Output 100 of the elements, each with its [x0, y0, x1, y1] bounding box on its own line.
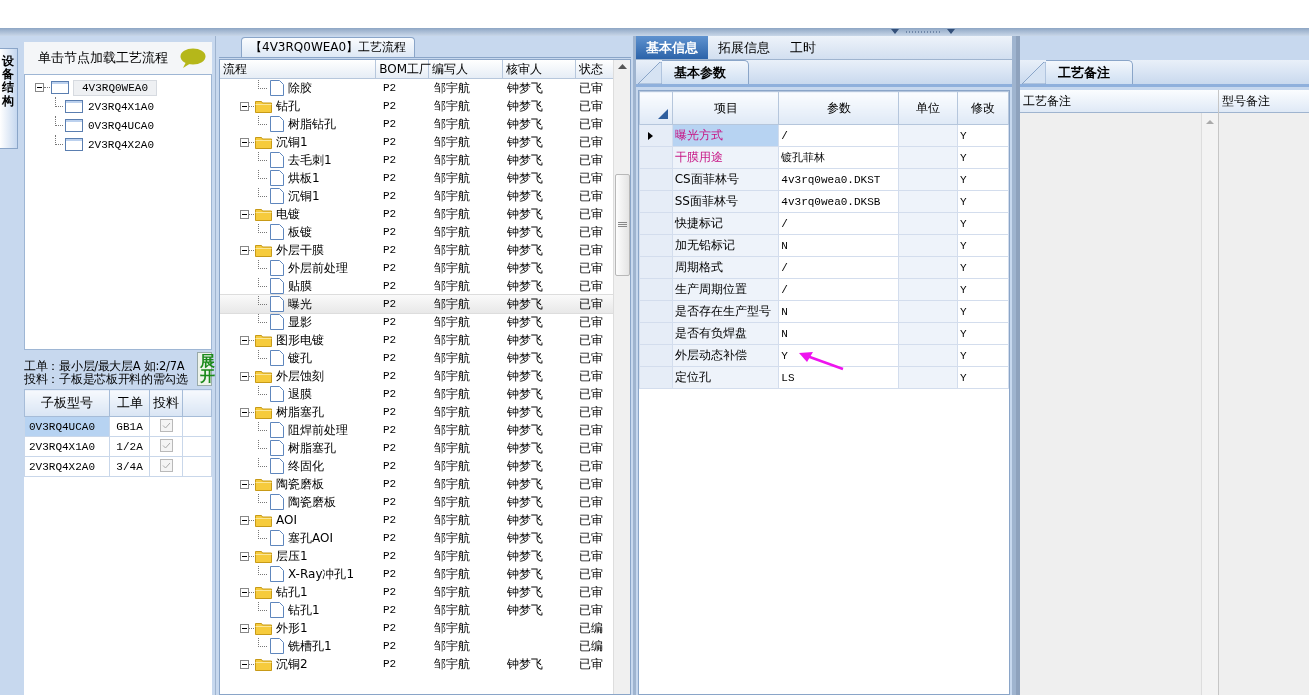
- checkbox[interactable]: [159, 458, 173, 472]
- column-header[interactable]: 状态: [575, 60, 613, 78]
- column-header[interactable]: 投料: [149, 389, 183, 417]
- tree-row-label[interactable]: AOI: [240, 513, 380, 527]
- column-header[interactable]: 型号备注: [1219, 90, 1309, 113]
- document-icon: [270, 422, 284, 438]
- tree-row-label[interactable]: 曝光: [258, 295, 380, 313]
- table-cell-text: P2: [382, 118, 398, 130]
- splitter-grip-icon[interactable]: [890, 28, 956, 35]
- table-cell-text: P2: [382, 406, 398, 418]
- column-header[interactable]: 流程: [220, 60, 377, 78]
- tree-row-label[interactable]: 沉铜1: [258, 187, 380, 205]
- tree-row-label[interactable]: 沉铜2: [240, 655, 380, 673]
- collapse-toggle-icon[interactable]: [240, 551, 249, 561]
- document-icon: [270, 386, 284, 402]
- collapse-toggle-icon[interactable]: [240, 209, 249, 219]
- tree-row-label[interactable]: 外层蚀刻: [240, 367, 380, 385]
- collapse-toggle-icon[interactable]: [35, 83, 44, 92]
- collapse-toggle-icon[interactable]: [240, 659, 249, 669]
- folder-icon: [255, 549, 272, 563]
- collapse-toggle-icon[interactable]: [240, 587, 249, 597]
- tab[interactable]: 基本参数: [662, 60, 749, 84]
- column-header[interactable]: 单位: [898, 91, 958, 125]
- tree-row-label[interactable]: 显影: [258, 313, 380, 331]
- table-cell-text: 已审: [578, 169, 605, 187]
- table-cell-text: 已审: [578, 439, 605, 457]
- tree-row-label[interactable]: 沉铜1: [240, 133, 380, 151]
- tree-row-label[interactable]: 钻孔1: [240, 583, 380, 601]
- table-cell: 4v3rq0wea0.DKSB: [778, 190, 899, 213]
- collapse-toggle-icon[interactable]: [240, 137, 249, 147]
- tree-item[interactable]: 2V3RQ4X1A0: [87, 98, 163, 115]
- table-cell-text: 邹宇航: [433, 565, 472, 583]
- tree-item[interactable]: 4V3RQ0WEA0: [73, 79, 157, 96]
- collapse-toggle-icon[interactable]: [240, 515, 249, 525]
- tree-row-label[interactable]: 陶瓷磨板: [258, 493, 380, 511]
- tab[interactable]: 基本信息: [636, 36, 708, 59]
- tree-row-label[interactable]: 外形1: [240, 619, 380, 637]
- tree-row-label[interactable]: 除胶: [258, 79, 380, 97]
- tree-row-label[interactable]: 陶瓷磨板: [240, 475, 380, 493]
- tree-row-label[interactable]: 电镀: [240, 205, 380, 223]
- tree-row-label[interactable]: 板镀: [258, 223, 380, 241]
- tree-row-label[interactable]: X-Ray冲孔1: [258, 565, 380, 583]
- table-cell[interactable]: 2V3RQ4X2A0: [24, 456, 110, 477]
- scrollbar-thumb[interactable]: [614, 174, 630, 276]
- tree-row-label[interactable]: 图形电镀: [240, 331, 380, 349]
- table-cell-text: 已审: [578, 259, 605, 277]
- document-icon: [270, 638, 284, 654]
- tree-row-label[interactable]: 层压1: [240, 547, 380, 565]
- collapse-toggle-icon[interactable]: [240, 371, 249, 381]
- tree-row-label[interactable]: 终固化: [258, 457, 380, 475]
- table-cell-text: P2: [382, 442, 398, 454]
- column-header[interactable]: 工单: [109, 389, 150, 417]
- column-header[interactable]: 工艺备注: [1020, 90, 1218, 113]
- tab[interactable]: 工艺备注: [1046, 60, 1133, 84]
- tree-row-label[interactable]: 外层前处理: [258, 259, 380, 277]
- document-icon: [270, 80, 284, 96]
- tree-row-label[interactable]: 烘板1: [258, 169, 380, 187]
- checkbox[interactable]: [159, 438, 173, 452]
- table-cell[interactable]: 2V3RQ4X1A0: [24, 436, 110, 457]
- collapse-toggle-icon[interactable]: [240, 479, 249, 489]
- table-cell-text: 钟梦飞: [505, 457, 544, 475]
- tree-row-label[interactable]: 去毛刺1: [258, 151, 380, 169]
- column-header[interactable]: 项目: [672, 91, 779, 125]
- checkbox[interactable]: [159, 418, 173, 432]
- collapse-toggle-icon[interactable]: [240, 623, 249, 633]
- column-header[interactable]: BOM工厂: [376, 60, 430, 78]
- hint-text: 投料：子板是芯板开料的需勾选: [24, 373, 188, 386]
- table-cell: Y: [957, 300, 1009, 323]
- collapse-toggle-icon[interactable]: [240, 407, 249, 417]
- tree-row-label[interactable]: 树脂塞孔: [240, 403, 380, 421]
- tree-item[interactable]: 0V3RQ4UCA0: [87, 117, 163, 134]
- tree-item[interactable]: 2V3RQ4X2A0: [87, 136, 163, 153]
- table-cell[interactable]: 0V3RQ4UCA0: [24, 416, 110, 437]
- tree-row-label[interactable]: 钻孔: [240, 97, 380, 115]
- tree-row-label[interactable]: 贴膜: [258, 277, 380, 295]
- collapse-toggle-icon[interactable]: [240, 335, 249, 345]
- tree-row-label[interactable]: 钻孔1: [258, 601, 380, 619]
- tree-row-label[interactable]: 树脂钻孔: [258, 115, 380, 133]
- side-tab[interactable]: 设备结构: [0, 48, 18, 149]
- tree-row-label[interactable]: 外层干膜: [240, 241, 380, 259]
- column-header[interactable]: 子板型号: [24, 389, 110, 417]
- collapse-toggle-icon[interactable]: [240, 245, 249, 255]
- tree-row-label[interactable]: 阻焊前处理: [258, 421, 380, 439]
- tree-row-label[interactable]: 镀孔: [258, 349, 380, 367]
- column-header[interactable]: 修改: [957, 91, 1009, 125]
- panel-title-tab[interactable]: 【4V3RQ0WEA0】工艺流程: [241, 37, 416, 57]
- table-cell-text: 钟梦飞: [505, 133, 544, 151]
- tab[interactable]: 拓展信息: [708, 36, 780, 59]
- column-header[interactable]: 参数: [778, 91, 899, 125]
- tree-row-label[interactable]: 塞孔AOI: [258, 529, 380, 547]
- table-cell-text: P2: [382, 640, 398, 652]
- collapse-toggle-icon[interactable]: [240, 101, 249, 111]
- tab[interactable]: 工时: [780, 36, 826, 59]
- tree-row-label[interactable]: 铣槽孔1: [258, 637, 380, 655]
- column-header[interactable]: 核审人: [502, 60, 576, 78]
- table-cell-text: 邹宇航: [433, 403, 472, 421]
- tree-row-label[interactable]: 退膜: [258, 385, 380, 403]
- table-cell-text: 钟梦飞: [505, 151, 544, 169]
- tree-row-label[interactable]: 树脂塞孔: [258, 439, 380, 457]
- table-cell-text: P2: [382, 352, 398, 364]
